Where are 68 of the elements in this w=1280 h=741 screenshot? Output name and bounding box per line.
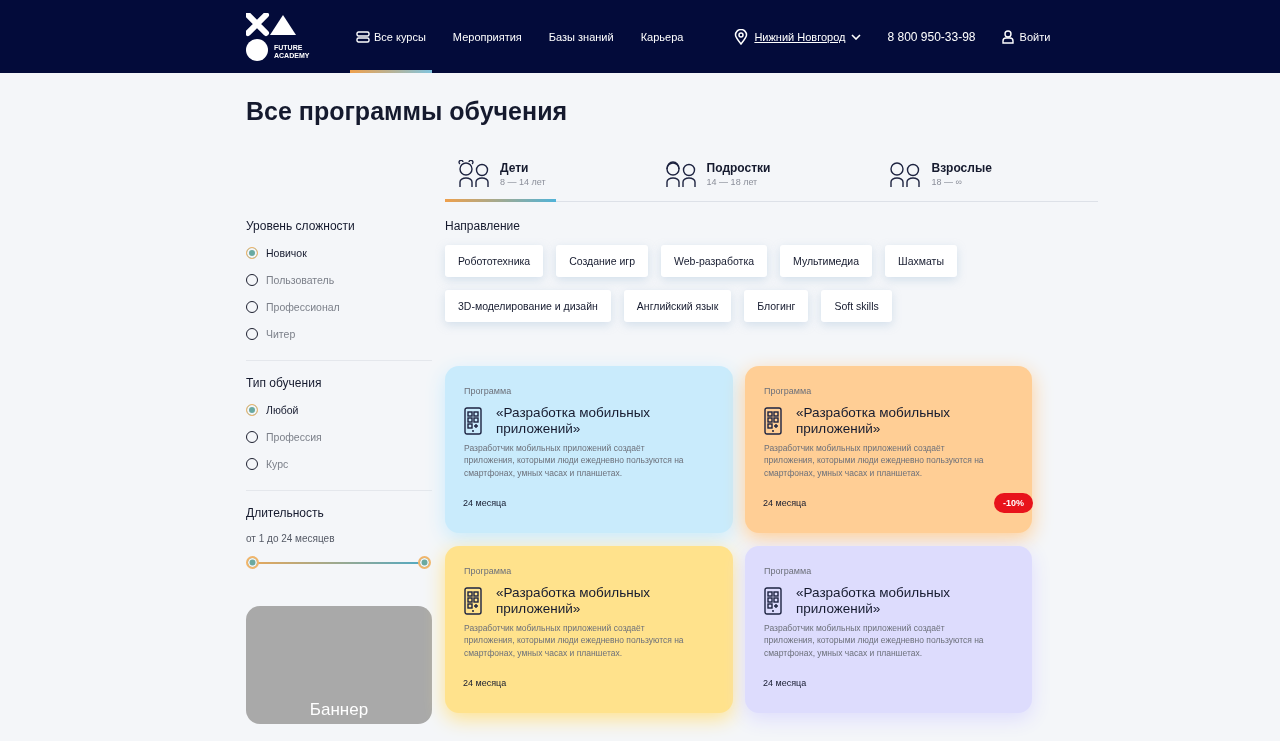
filter-title: Уровень сложности [246, 219, 356, 233]
discount-badge: -10% [994, 493, 1033, 513]
card-duration: 24 месяца [463, 678, 507, 688]
login-link[interactable]: Войти [1001, 29, 1051, 44]
card-description: Разработчик мобильных приложений создаёт приложения, которыми люди ежедневно пользуются на смартфонах, умных часах и планшетах. [464, 622, 685, 659]
nav-link[interactable]: Мероприятия [446, 0, 528, 73]
filter-title: Тип обучения [246, 376, 323, 390]
nav-link[interactable]: Базы знаний [542, 0, 620, 73]
phone-app-icon [764, 586, 782, 615]
slider-thumb[interactable] [246, 556, 259, 569]
radio-option[interactable]: Читер [246, 320, 432, 347]
section-title: Направление [445, 219, 521, 233]
card-description: Разработчик мобильных приложений создаёт приложения, которыми люди ежедневно пользуются на смартфонах, умных часах и планшетах. [464, 442, 685, 479]
people-icon [663, 160, 698, 188]
direction-chip[interactable]: Web-разработка [661, 245, 768, 277]
program-card[interactable]: Программа «Разработка мобильных приложений» Разработчик мобильных приложений создаёт приложения, которыми люди ежедневно пользуются на смартфонах, умных часах и планшетах. 24 месяца -10% [745, 366, 1032, 533]
direction-chip[interactable]: Soft skills [821, 290, 892, 322]
radio-option[interactable]: Профессия [246, 423, 432, 450]
menu-icon [356, 30, 370, 43]
page-title: Все программы обучения [246, 97, 569, 126]
card-description: Разработчик мобильных приложений создаёт приложения, которыми люди ежедневно пользуются на смартфонах, умных часах и планшетах. [764, 622, 985, 659]
user-icon [1001, 29, 1014, 44]
program-card[interactable]: Программа «Разработка мобильных приложений» Разработчик мобильных приложений создаёт приложения, которыми люди ежедневно пользуются на смартфонах, умных часах и планшетах. 24 месяца [745, 546, 1032, 713]
program-card[interactable]: Программа «Разработка мобильных приложений» Разработчик мобильных приложений создаёт приложения, которыми люди ежедневно пользуются на смартфонах, умных часах и планшетах. 24 месяца [445, 546, 733, 713]
location-pin-icon [734, 28, 749, 45]
card-title: «Разработка мобильных приложений» [796, 405, 952, 437]
chevron-down-icon [851, 33, 862, 40]
nav-link[interactable]: Все курсы [350, 0, 432, 73]
card-duration: 24 месяца [463, 498, 507, 508]
card-title: «Разработка мобильных приложений» [796, 585, 952, 617]
nav-link[interactable]: Карьера [634, 0, 690, 73]
duration-slider[interactable] [246, 556, 432, 570]
program-card[interactable]: Программа «Разработка мобильных приложений» Разработчик мобильных приложений создаёт приложения, которыми люди ежедневно пользуются на смартфонах, умных часах и планшетах. 24 месяца [445, 366, 733, 533]
card-duration: 24 месяца [763, 678, 807, 688]
city-selector[interactable]: Нижний Новгород [734, 28, 862, 45]
phone-app-icon [464, 586, 482, 615]
phone-link[interactable]: 8 800 950-33-98 [887, 29, 976, 44]
card-type: Программа [764, 566, 813, 576]
card-title: «Разработка мобильных приложений» [496, 405, 652, 437]
radio-option[interactable]: Пользователь [246, 266, 432, 293]
range-text: от 1 до 24 месяцев [246, 533, 336, 544]
age-tab[interactable]: Дети 8 — 14 лет [445, 160, 556, 202]
direction-chip[interactable]: Мультимедиа [780, 245, 873, 277]
slider-thumb[interactable] [418, 556, 431, 569]
card-type: Программа [764, 386, 813, 396]
age-tab[interactable]: Подростки 14 — 18 лет [651, 160, 781, 202]
direction-chip[interactable]: Создание игр [556, 245, 648, 277]
direction-chip[interactable]: 3D-моделирование и дизайн [445, 290, 611, 322]
radio-option[interactable]: Новичок [246, 239, 432, 266]
direction-chip[interactable]: Робототехника [445, 245, 544, 277]
card-title: «Разработка мобильных приложений» [496, 585, 652, 617]
direction-chip[interactable]: Блогинг [744, 290, 809, 322]
card-type: Программа [464, 566, 513, 576]
people-icon [457, 160, 491, 188]
filter-title: Длительность [246, 506, 325, 520]
banner-text: Баннер [309, 700, 369, 720]
radio-option[interactable]: Курс [246, 450, 432, 477]
radio-option[interactable]: Любой [246, 396, 432, 423]
card-duration: 24 месяца [763, 498, 807, 508]
people-icon [888, 160, 923, 188]
phone-app-icon [464, 406, 482, 435]
age-tab[interactable]: Взрослые 18 — ∞ [876, 160, 1002, 202]
card-type: Программа [464, 386, 513, 396]
card-description: Разработчик мобильных приложений создаёт приложения, которыми люди ежедневно пользуются на смартфонах, умных часах и планшетах. [764, 442, 985, 479]
phone-app-icon [764, 406, 782, 435]
radio-option[interactable]: Профессионал [246, 293, 432, 320]
direction-chip[interactable]: Шахматы [885, 245, 957, 277]
direction-chip[interactable]: Английский язык [623, 290, 732, 322]
